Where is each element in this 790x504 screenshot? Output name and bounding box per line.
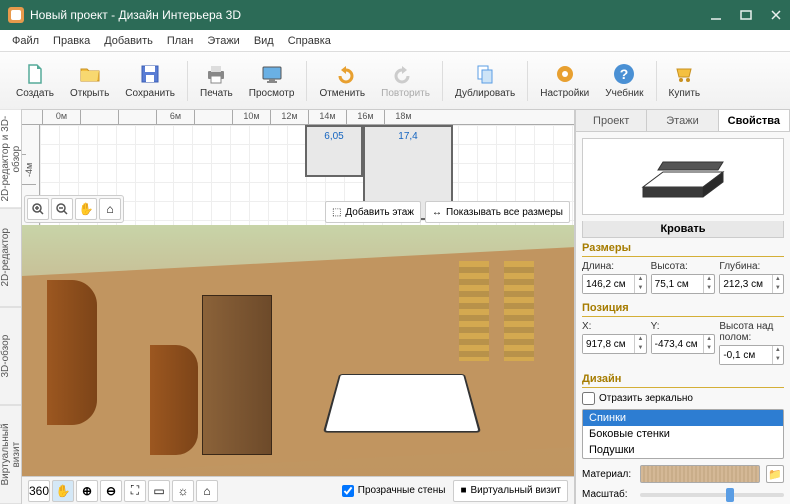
gear-icon	[553, 62, 577, 86]
pan-button[interactable]: ✋	[75, 198, 97, 220]
preview-button[interactable]: Просмотр	[241, 58, 303, 103]
material-swatch[interactable]	[640, 465, 760, 483]
menu-view[interactable]: Вид	[248, 33, 280, 49]
tutorial-button[interactable]: ?Учебник	[597, 58, 651, 103]
home-button[interactable]: ⌂	[99, 198, 121, 220]
view-3d[interactable]	[22, 225, 574, 476]
help-icon: ?	[612, 62, 636, 86]
object-name: Кровать	[582, 221, 784, 238]
door-2[interactable]	[150, 345, 198, 455]
menu-file[interactable]: Файл	[6, 33, 45, 49]
window-2[interactable]	[459, 261, 489, 361]
cart-icon	[672, 62, 696, 86]
menu-help[interactable]: Справка	[282, 33, 337, 49]
fit-button[interactable]: ⛶	[124, 480, 146, 502]
create-button[interactable]: Создать	[8, 58, 62, 103]
tab-properties[interactable]: Свойства	[719, 110, 790, 131]
tab-2d[interactable]: 2D-редактор	[0, 209, 21, 308]
titlebar: Новый проект - Дизайн Интерьера 3D	[0, 0, 790, 30]
plan-2d[interactable]: 0м6м10м12м14м16м18м -4м 6,05 17,4 ✋ ⌂ ⬚Д…	[22, 110, 574, 225]
window-1[interactable]	[504, 261, 534, 361]
floppy-icon	[138, 62, 162, 86]
depth-input[interactable]: ▲▼	[719, 274, 784, 294]
folder-icon	[78, 62, 102, 86]
rotate-360-button[interactable]: 360	[28, 480, 50, 502]
length-input[interactable]: ▲▼	[582, 274, 647, 294]
file-icon	[23, 62, 47, 86]
material-browse-button[interactable]: 📁	[766, 465, 784, 483]
undo-button[interactable]: Отменить	[311, 58, 373, 103]
list-item: Боковые стенки	[583, 426, 783, 442]
light-button[interactable]: ☼	[172, 480, 194, 502]
window-title: Новый проект - Дизайн Интерьера 3D	[30, 8, 710, 22]
menu-floors[interactable]: Этажи	[201, 33, 245, 49]
parts-list[interactable]: Спинки Боковые стенки Подушки	[582, 409, 784, 459]
printer-icon	[204, 62, 228, 86]
section-pos-title: Позиция	[582, 302, 784, 317]
virtual-visit-button[interactable]: ■Виртуальный визит	[453, 480, 568, 502]
section-size-title: Размеры	[582, 242, 784, 257]
tab-3d[interactable]: 3D-обзор	[0, 307, 21, 406]
plan-zoom-toolbar: ✋ ⌂	[24, 195, 124, 223]
minimize-button[interactable]	[710, 9, 722, 21]
settings-button[interactable]: Настройки	[532, 58, 597, 103]
redo-button[interactable]: Повторить	[373, 58, 438, 103]
zoom-out-button[interactable]	[51, 198, 73, 220]
zoom-in-3d[interactable]: ⊕	[76, 480, 98, 502]
close-button[interactable]	[770, 9, 782, 21]
pan-3d-button[interactable]: ✋	[52, 480, 74, 502]
tab-virtual[interactable]: Виртуальный визит	[0, 406, 21, 504]
svg-text:?: ?	[620, 66, 629, 82]
tab-project[interactable]: Проект	[576, 110, 647, 131]
tab-floors[interactable]: Этажи	[647, 110, 718, 131]
camera-button[interactable]: ▭	[148, 480, 170, 502]
duplicate-button[interactable]: Дублировать	[447, 58, 523, 103]
menu-edit[interactable]: Правка	[47, 33, 96, 49]
section-design-title: Дизайн	[582, 373, 784, 388]
floor-height-input[interactable]: ▲▼	[719, 345, 784, 365]
y-input[interactable]: ▲▼	[651, 334, 716, 354]
door-1[interactable]	[47, 280, 97, 425]
menu-add[interactable]: Добавить	[98, 33, 159, 49]
height-input[interactable]: ▲▼	[651, 274, 716, 294]
list-item: Подушки	[583, 442, 783, 458]
object-preview	[582, 138, 784, 215]
buy-button[interactable]: Купить	[661, 58, 709, 103]
menu-plan[interactable]: План	[161, 33, 200, 49]
toolbar: СоздатьОткрытьСохранитьПечатьПросмотрОтм…	[0, 52, 790, 110]
left-tabs: 2D-редактор и 3D-обзор 2D-редактор 3D-об…	[0, 110, 22, 504]
show-dimensions-button[interactable]: ↔Показывать все размеры	[425, 201, 570, 223]
wardrobe-3d[interactable]	[202, 295, 272, 455]
monitor-icon	[260, 62, 284, 86]
maximize-button[interactable]	[740, 9, 752, 21]
copy-icon	[473, 62, 497, 86]
ruler-horizontal: 0м6м10м12м14м16м18м	[22, 110, 574, 125]
open-button[interactable]: Открыть	[62, 58, 117, 103]
tab-2d-3d[interactable]: 2D-редактор и 3D-обзор	[0, 110, 21, 209]
app-icon	[8, 7, 24, 23]
add-floor-button[interactable]: ⬚Добавить этаж	[325, 201, 421, 223]
properties-panel: Проект Этажи Свойства Кровать Размеры Дл…	[575, 110, 790, 504]
mirror-checkbox[interactable]: Отразить зеркально	[582, 392, 784, 405]
list-item: Спинки	[583, 410, 783, 426]
home-3d-button[interactable]: ⌂	[196, 480, 218, 502]
zoom-out-3d[interactable]: ⊖	[100, 480, 122, 502]
bottom-toolbar: 360 ✋ ⊕ ⊖ ⛶ ▭ ☼ ⌂ Прозрачные стены ■Вирт…	[22, 476, 574, 504]
save-button[interactable]: Сохранить	[117, 58, 183, 103]
room-1[interactable]: 6,05	[305, 125, 363, 177]
print-button[interactable]: Печать	[192, 58, 241, 103]
bed-3d[interactable]	[323, 374, 481, 433]
scale-slider[interactable]	[640, 493, 784, 497]
redo-icon	[394, 62, 418, 86]
transparent-walls-checkbox[interactable]: Прозрачные стены	[336, 485, 452, 497]
zoom-in-button[interactable]	[27, 198, 49, 220]
undo-icon	[330, 62, 354, 86]
menubar: Файл Правка Добавить План Этажи Вид Спра…	[0, 30, 790, 52]
x-input[interactable]: ▲▼	[582, 334, 647, 354]
